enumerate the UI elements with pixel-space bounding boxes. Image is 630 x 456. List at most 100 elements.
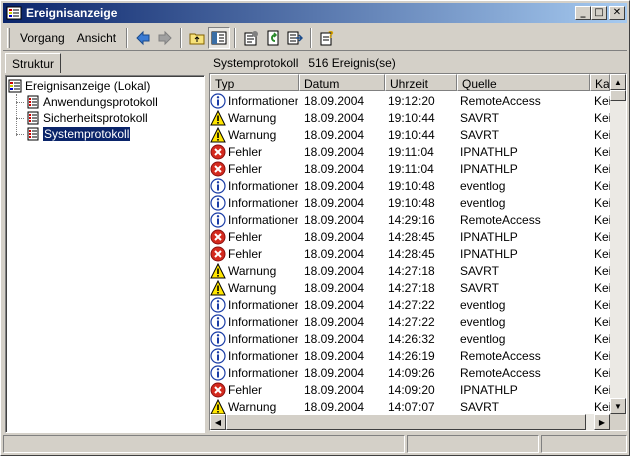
column-header-kategorie[interactable]: Kat <box>590 74 610 91</box>
minimize-button[interactable]: _ <box>575 6 591 20</box>
cell-datum: 18.09.2004 <box>304 331 365 346</box>
cell-uhrzeit: 14:26:32 <box>388 331 435 346</box>
event-row[interactable]: Warnung 18.09.2004 19:10:44 SAVRT Kei <box>210 126 610 143</box>
tree-item-anwendungsprotokoll[interactable]: Anwendungsprotokoll <box>26 94 158 110</box>
refresh-button[interactable] <box>262 27 284 49</box>
cell-uhrzeit: 19:12:20 <box>388 93 435 108</box>
event-row[interactable]: Fehler 18.09.2004 19:11:04 IPNATHLP Kei <box>210 143 610 160</box>
toolbar-separator <box>234 27 237 48</box>
event-row[interactable]: Informationen 18.09.2004 14:27:22 eventlog K… <box>210 313 610 330</box>
cell-typ-label: Fehler <box>228 144 263 159</box>
column-header-typ[interactable]: Typ <box>210 74 299 91</box>
tree-view[interactable]: Ereignisanzeige (Lokal) Anwendungsprotok… <box>5 75 205 433</box>
cell-kategorie: Kei <box>594 399 610 414</box>
forward-button[interactable] <box>154 27 176 49</box>
cell-typ: Informationen <box>210 313 298 330</box>
cell-kategorie: Kei <box>594 280 610 295</box>
event-count: 516 Ereignis(se) <box>308 56 396 70</box>
event-row[interactable]: Warnung 18.09.2004 14:27:18 SAVRT Kei <box>210 279 610 296</box>
tree-line <box>16 118 24 119</box>
information-icon <box>210 194 226 211</box>
cell-quelle: RemoteAccess <box>460 212 541 227</box>
warning-icon <box>210 262 226 278</box>
event-row[interactable]: Fehler 18.09.2004 14:09:20 IPNATHLP Kei <box>210 381 610 398</box>
properties-button[interactable] <box>240 27 262 49</box>
export-list-button[interactable] <box>284 27 306 49</box>
event-row[interactable]: Warnung 18.09.2004 14:07:07 SAVRT Kei <box>210 398 610 415</box>
svg-text:?: ? <box>328 30 334 41</box>
event-row[interactable]: Informationen 18.09.2004 19:10:48 eventlog K… <box>210 194 610 211</box>
help-icon: ? <box>320 30 334 45</box>
cell-datum: 18.09.2004 <box>304 144 365 159</box>
close-button[interactable]: ✕ <box>609 6 625 20</box>
event-row[interactable]: Informationen 18.09.2004 14:09:26 RemoteAcc… <box>210 364 610 381</box>
event-row[interactable]: Fehler 18.09.2004 19:11:04 IPNATHLP Kei <box>210 160 610 177</box>
cell-typ: Fehler <box>210 246 298 262</box>
cell-datum: 18.09.2004 <box>304 348 365 363</box>
cell-quelle: SAVRT <box>460 399 499 414</box>
event-row[interactable]: Fehler 18.09.2004 14:28:45 IPNATHLP Kei <box>210 228 610 245</box>
cell-quelle: eventlog <box>460 331 506 346</box>
show-hide-tree-button[interactable] <box>208 26 231 49</box>
vertical-scroll-thumb[interactable] <box>610 90 626 101</box>
cell-quelle: RemoteAccess <box>460 348 541 363</box>
event-row[interactable]: Informationen 18.09.2004 14:27:22 eventlog K… <box>210 296 610 313</box>
cell-typ: Fehler <box>210 161 298 177</box>
tree-item-systemprotokoll[interactable]: Systemprotokoll <box>26 126 132 142</box>
cell-quelle: eventlog <box>460 314 506 329</box>
list-header-bar: Systemprotokoll 516 Ereignis(se) <box>209 53 629 73</box>
title-bar[interactable]: Ereignisanzeige _ □ ✕ <box>3 3 627 23</box>
event-row[interactable]: Informationen 18.09.2004 19:12:20 RemoteAcc… <box>210 92 610 109</box>
cell-typ-label: Informationen <box>228 314 298 329</box>
help-button[interactable]: ? <box>316 27 338 49</box>
refresh-icon <box>267 30 279 45</box>
column-header-quelle[interactable]: Quelle <box>457 74 590 91</box>
up-level-button[interactable] <box>186 27 208 49</box>
event-row[interactable]: Informationen 18.09.2004 14:26:32 eventlog K… <box>210 330 610 347</box>
menu-vorgang-label: Vorgang <box>20 30 65 45</box>
cell-uhrzeit: 14:26:19 <box>388 348 435 363</box>
event-row[interactable]: Fehler 18.09.2004 14:28:45 IPNATHLP Kei <box>210 245 610 262</box>
column-header-uhrzeit[interactable]: Uhrzeit <box>385 74 457 91</box>
cell-typ-label: Informationen <box>228 178 298 193</box>
event-list[interactable]: Typ Datum Uhrzeit Quelle Kat Information… <box>209 73 627 431</box>
scroll-down-button[interactable]: ▼ <box>610 398 626 414</box>
maximize-button[interactable]: □ <box>591 6 607 20</box>
toolbar-separator <box>310 27 313 48</box>
event-row[interactable]: Warnung 18.09.2004 19:10:44 SAVRT Kei <box>210 109 610 126</box>
scroll-right-button[interactable]: ▶ <box>594 414 610 430</box>
cell-datum: 18.09.2004 <box>304 212 365 227</box>
cell-uhrzeit: 14:27:18 <box>388 280 435 295</box>
warning-icon <box>210 109 226 125</box>
menu-ansicht[interactable]: Ansicht <box>71 28 122 48</box>
cell-datum: 18.09.2004 <box>304 263 365 278</box>
toolbar-grip[interactable] <box>7 27 10 48</box>
event-row[interactable]: Informationen 18.09.2004 14:26:19 RemoteAcc… <box>210 347 610 364</box>
scroll-up-button[interactable]: ▲ <box>610 74 626 90</box>
cell-typ: Fehler <box>210 144 298 160</box>
horizontal-scroll-thumb[interactable] <box>226 414 586 430</box>
event-row[interactable]: Warnung 18.09.2004 14:27:18 SAVRT Kei <box>210 262 610 279</box>
event-row[interactable]: Informationen 18.09.2004 14:29:16 RemoteAcc… <box>210 211 610 228</box>
event-viewer-icon <box>8 79 22 93</box>
tree-item-sicherheitsprotokoll[interactable]: Sicherheitsprotokoll <box>26 110 148 126</box>
event-row[interactable]: Informationen 18.09.2004 19:10:48 eventlog K… <box>210 177 610 194</box>
vertical-scrollbar[interactable]: ▲ ▼ <box>610 74 626 414</box>
event-rows: Informationen 18.09.2004 19:12:20 RemoteAcc… <box>210 92 610 415</box>
cell-typ-label: Warnung <box>228 399 277 414</box>
menu-vorgang[interactable]: Vorgang <box>14 28 71 48</box>
cell-datum: 18.09.2004 <box>304 229 365 244</box>
cell-quelle: SAVRT <box>460 110 499 125</box>
information-icon <box>210 211 226 228</box>
properties-icon <box>244 30 259 45</box>
back-button[interactable] <box>132 27 154 49</box>
column-headers: Typ Datum Uhrzeit Quelle Kat <box>210 74 610 91</box>
cell-uhrzeit: 14:07:07 <box>388 399 435 414</box>
cell-typ-label: Fehler <box>228 161 263 176</box>
horizontal-scrollbar[interactable]: ◀ ▶ <box>210 414 610 430</box>
tab-struktur[interactable]: Struktur <box>5 53 62 73</box>
tree-item-root[interactable]: Ereignisanzeige (Lokal) <box>8 78 150 94</box>
scroll-left-button[interactable]: ◀ <box>210 414 226 430</box>
column-header-datum[interactable]: Datum <box>299 74 385 91</box>
cell-kategorie: Kei <box>594 348 610 363</box>
